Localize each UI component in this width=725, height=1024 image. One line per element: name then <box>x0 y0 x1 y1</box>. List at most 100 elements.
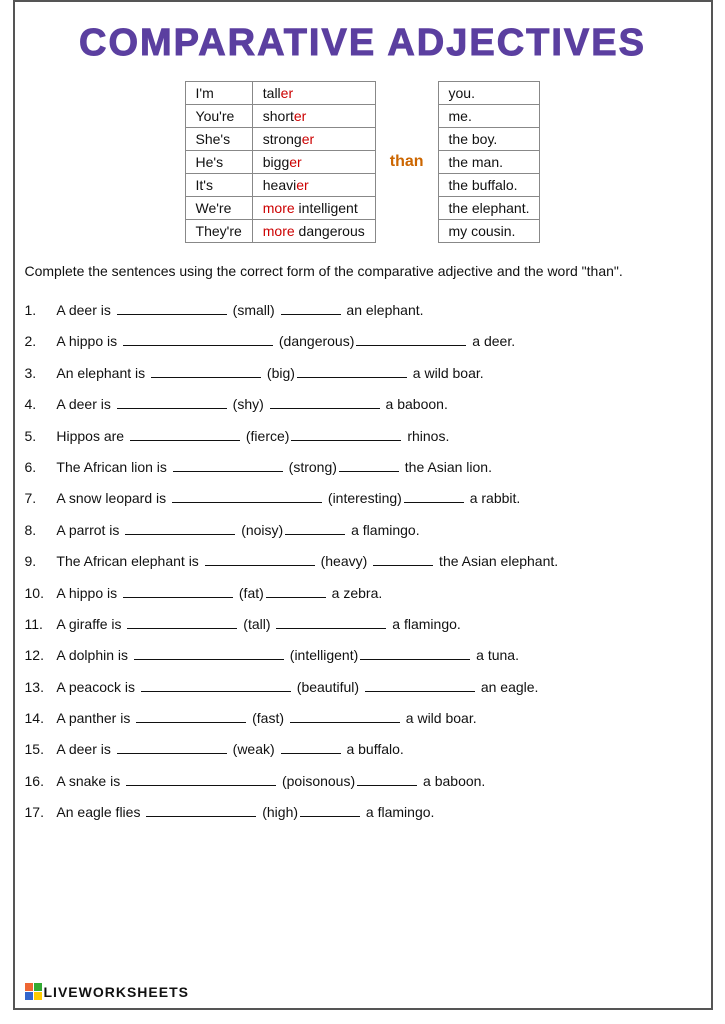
ex-text-9a: The African elephant is <box>53 547 203 576</box>
exercise-17: 17. An eagle flies (high) a flamingo. <box>25 798 701 827</box>
object-3: the boy. <box>438 128 540 151</box>
instructions: Complete the sentences using the correct… <box>25 261 701 282</box>
subject-7: They're <box>185 220 252 243</box>
logo-sq-green <box>34 983 42 991</box>
blank-16a[interactable] <box>126 785 276 786</box>
blank-2b[interactable] <box>356 345 466 346</box>
subject-6: We're <box>185 197 252 220</box>
ex-num-8: 8. <box>25 516 53 545</box>
exercise-2: 2. A hippo is (dangerous) a deer. <box>25 327 701 356</box>
page-title: COMPARATIVE ADJECTIVES <box>25 22 701 65</box>
object-2: me. <box>438 105 540 128</box>
ex-adj-10: (fat) <box>235 579 264 608</box>
ex-num-10: 10. <box>25 579 53 608</box>
blank-7b[interactable] <box>404 502 464 503</box>
ex-text-8b: a flamingo. <box>347 516 419 545</box>
exercise-13: 13. A peacock is (beautiful) an eagle. <box>25 673 701 702</box>
object-7: my cousin. <box>438 220 540 243</box>
exercise-4: 4. A deer is (shy) a baboon. <box>25 390 701 419</box>
logo-sq-blue <box>25 992 33 1000</box>
blank-13a[interactable] <box>141 691 291 692</box>
blank-4a[interactable] <box>117 408 227 409</box>
ex-adj-13: (beautiful) <box>293 673 363 702</box>
object-4: the man. <box>438 151 540 174</box>
blank-9b[interactable] <box>373 565 433 566</box>
blank-11a[interactable] <box>127 628 237 629</box>
ex-text-10a: A hippo is <box>53 579 122 608</box>
blank-10a[interactable] <box>123 597 233 598</box>
blank-7a[interactable] <box>172 502 322 503</box>
grammar-table-section: I'm taller than you. You're shorter me. … <box>25 81 701 243</box>
blank-9a[interactable] <box>205 565 315 566</box>
ex-text-17b: a flamingo. <box>362 798 434 827</box>
blank-1a[interactable] <box>117 314 227 315</box>
ex-text-3a: An elephant is <box>53 359 150 388</box>
ex-num-6: 6. <box>25 453 53 482</box>
blank-6a[interactable] <box>173 471 283 472</box>
exercises-section: 1. A deer is (small) an elephant. 2. A h… <box>25 296 701 828</box>
ex-adj-6: (strong) <box>285 453 337 482</box>
ex-num-1: 1. <box>25 296 53 325</box>
ex-adj-3: (big) <box>263 359 295 388</box>
ex-text-9b: the Asian elephant. <box>435 547 558 576</box>
subject-4: He's <box>185 151 252 174</box>
ex-text-13a: A peacock is <box>53 673 139 702</box>
blank-15a[interactable] <box>117 753 227 754</box>
blank-14b[interactable] <box>290 722 400 723</box>
blank-10b[interactable] <box>266 597 326 598</box>
ex-adj-15: (weak) <box>229 735 279 764</box>
exercise-14: 14. A panther is (fast) a wild boar. <box>25 704 701 733</box>
ex-num-14: 14. <box>25 704 53 733</box>
ex-text-15b: a buffalo. <box>343 735 404 764</box>
ex-text-10b: a zebra. <box>328 579 382 608</box>
subject-1: I'm <box>185 82 252 105</box>
ex-text-1a: A deer is <box>53 296 115 325</box>
ex-num-4: 4. <box>25 390 53 419</box>
ex-num-11: 11. <box>25 610 53 639</box>
blank-3b[interactable] <box>297 377 407 378</box>
ex-text-6b: the Asian lion. <box>401 453 492 482</box>
blank-12a[interactable] <box>134 659 284 660</box>
ex-text-7b: a rabbit. <box>466 484 520 513</box>
adjective-5: heavier <box>252 174 375 197</box>
exercise-12: 12. A dolphin is (intelligent) a tuna. <box>25 641 701 670</box>
blank-4b[interactable] <box>270 408 380 409</box>
ex-text-14b: a wild boar. <box>402 704 477 733</box>
blank-16b[interactable] <box>357 785 417 786</box>
exercise-5: 5. Hippos are (fierce) rhinos. <box>25 422 701 451</box>
ex-text-11a: A giraffe is <box>53 610 126 639</box>
ex-adj-5: (fierce) <box>242 422 289 451</box>
ex-text-4a: A deer is <box>53 390 115 419</box>
exercise-7: 7. A snow leopard is (interesting) a rab… <box>25 484 701 513</box>
blank-15b[interactable] <box>281 753 341 754</box>
blank-11b[interactable] <box>276 628 386 629</box>
ex-text-5b: rhinos. <box>403 422 449 451</box>
ex-num-12: 12. <box>25 641 53 670</box>
blank-1b[interactable] <box>281 314 341 315</box>
blank-5b[interactable] <box>291 440 401 441</box>
blank-17a[interactable] <box>146 816 256 817</box>
blank-3a[interactable] <box>151 377 261 378</box>
ex-num-16: 16. <box>25 767 53 796</box>
ex-adj-1: (small) <box>229 296 279 325</box>
blank-14a[interactable] <box>136 722 246 723</box>
blank-17b[interactable] <box>300 816 360 817</box>
blank-6b[interactable] <box>339 471 399 472</box>
object-5: the buffalo. <box>438 174 540 197</box>
ex-text-2b: a deer. <box>468 327 515 356</box>
ex-text-13b: an eagle. <box>477 673 539 702</box>
blank-5a[interactable] <box>130 440 240 441</box>
ex-text-12a: A dolphin is <box>53 641 132 670</box>
ex-text-8a: A parrot is <box>53 516 124 545</box>
ex-text-16b: a baboon. <box>419 767 485 796</box>
blank-12b[interactable] <box>360 659 470 660</box>
blank-2a[interactable] <box>123 345 273 346</box>
exercise-1: 1. A deer is (small) an elephant. <box>25 296 701 325</box>
ex-num-13: 13. <box>25 673 53 702</box>
blank-13b[interactable] <box>365 691 475 692</box>
ex-num-15: 15. <box>25 735 53 764</box>
ex-num-5: 5. <box>25 422 53 451</box>
adjective-4: bigger <box>252 151 375 174</box>
blank-8a[interactable] <box>125 534 235 535</box>
blank-8b[interactable] <box>285 534 345 535</box>
